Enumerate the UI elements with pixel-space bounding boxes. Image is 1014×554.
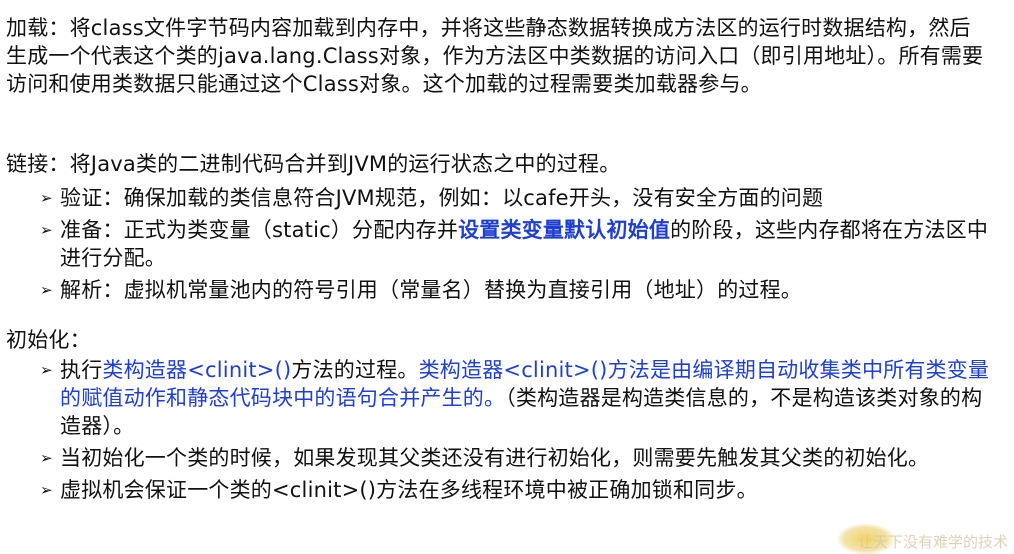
- initialization-heading: 初始化：: [6, 328, 91, 352]
- arrow-bullet-icon: ➢: [40, 189, 53, 207]
- bullet-prepare: ➢ 准备：正式为类变量（static）分配内存并设置类变量默认初始值的阶段，这些…: [40, 216, 990, 272]
- exec-mid: 方法的过程。: [291, 358, 419, 382]
- resolve-text: 解析：虚拟机常量池内的符号引用（常量名）替换为直接引用（地址）的过程。: [60, 278, 802, 302]
- slide: 加载：将class文件字节码内容加载到内存中，并将这些静态数据转换成方法区的运行…: [0, 0, 1014, 554]
- verify-text: 验证：确保加载的类信息符合JVM规范，例如：以cafe开头，没有安全方面的问题: [60, 186, 824, 210]
- parent-init-text: 当初始化一个类的时候，如果发现其父类还没有进行初始化，则需要先触发其父类的初始化…: [60, 446, 930, 470]
- exec-text: 执行类构造器<clinit>()方法的过程。类构造器<clinit>()方法是由…: [60, 356, 990, 440]
- arrow-bullet-icon: ➢: [40, 449, 53, 467]
- bullet-resolve: ➢ 解析：虚拟机常量池内的符号引用（常量名）替换为直接引用（地址）的过程。: [40, 276, 990, 304]
- bullet-exec: ➢ 执行类构造器<clinit>()方法的过程。类构造器<clinit>()方法…: [40, 356, 990, 440]
- exec-blue-clinit: 类构造器<clinit>(): [102, 358, 292, 382]
- watermark: 让天下没有难学的技术: [857, 533, 1008, 551]
- initialization-bullets: ➢ 执行类构造器<clinit>()方法的过程。类构造器<clinit>()方法…: [40, 356, 990, 508]
- prepare-text-before: 准备：正式为类变量（static）分配内存并: [60, 218, 459, 242]
- arrow-bullet-icon: ➢: [40, 361, 53, 379]
- prepare-highlight: 设置类变量默认初始值: [458, 218, 671, 242]
- arrow-bullet-icon: ➢: [40, 281, 53, 299]
- loading-paragraph: 加载：将class文件字节码内容加载到内存中，并将这些静态数据转换成方法区的运行…: [6, 16, 984, 96]
- bullet-lock: ➢ 虚拟机会保证一个类的<clinit>()方法在多线程环境中被正确加锁和同步。: [40, 476, 990, 504]
- arrow-bullet-icon: ➢: [40, 481, 53, 499]
- linking-bullets: ➢ 验证：确保加载的类信息符合JVM规范，例如：以cafe开头，没有安全方面的问…: [40, 184, 990, 308]
- lock-text: 虚拟机会保证一个类的<clinit>()方法在多线程环境中被正确加锁和同步。: [60, 478, 758, 502]
- bullet-verify: ➢ 验证：确保加载的类信息符合JVM规范，例如：以cafe开头，没有安全方面的问…: [40, 184, 990, 212]
- prepare-text: 准备：正式为类变量（static）分配内存并设置类变量默认初始值的阶段，这些内存…: [60, 216, 990, 272]
- arrow-bullet-icon: ➢: [40, 221, 53, 239]
- exec-prefix: 执行: [60, 358, 103, 382]
- bullet-parent-init: ➢ 当初始化一个类的时候，如果发现其父类还没有进行初始化，则需要先触发其父类的初…: [40, 444, 990, 472]
- linking-heading: 链接：将Java类的二进制代码合并到JVM的运行状态之中的过程。: [6, 152, 621, 176]
